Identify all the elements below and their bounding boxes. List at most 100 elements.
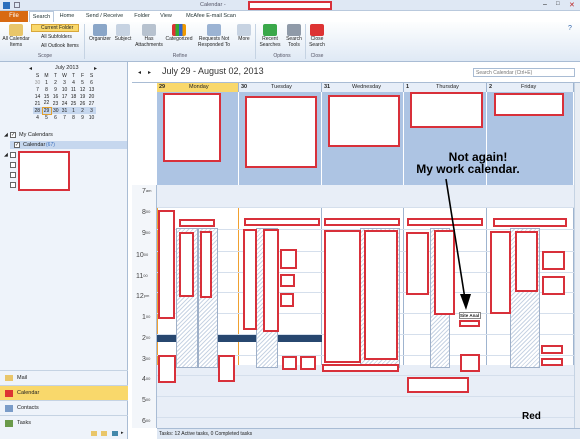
collapse-icon[interactable]: ◢ <box>4 132 8 138</box>
tab-send-receive[interactable]: Send / Receive <box>82 11 127 22</box>
redacted-event[interactable] <box>179 232 194 297</box>
redacted-event[interactable] <box>324 218 400 226</box>
redacted-event[interactable] <box>244 218 320 226</box>
checkbox[interactable] <box>10 152 16 158</box>
requests-not-responded-button[interactable]: Requests Not Responded To <box>195 24 233 48</box>
redacted-event[interactable] <box>300 356 316 370</box>
calendar-selected-row[interactable]: ✓ Calendar (67) <box>10 141 127 149</box>
shortcuts-icon[interactable] <box>112 431 118 436</box>
redacted-event[interactable] <box>263 229 279 332</box>
mini-day[interactable]: 11 <box>69 86 78 93</box>
subject-button[interactable]: Subject <box>113 24 133 43</box>
collapse-icon[interactable]: ◢ <box>4 152 8 158</box>
mini-day[interactable]: 10 <box>60 86 69 93</box>
mini-day[interactable]: 8 <box>42 86 51 93</box>
mini-day[interactable]: 23 <box>51 100 60 107</box>
mini-day[interactable]: 9 <box>78 114 87 121</box>
mini-day[interactable]: 28 <box>33 107 42 114</box>
next-month-icon[interactable]: ▸ <box>94 65 97 72</box>
day-header[interactable]: 2 Friday <box>487 83 574 92</box>
search-tools-button[interactable]: Search Tools <box>283 24 305 48</box>
mini-day[interactable]: 15 <box>42 93 51 100</box>
mini-day[interactable]: 17 <box>60 93 69 100</box>
mini-day[interactable]: 4 <box>33 114 42 121</box>
all-outlook-items-button[interactable]: All Outlook Items <box>33 43 79 49</box>
recent-searches-button[interactable]: Recent Searches <box>258 24 282 48</box>
mini-day[interactable]: 1 <box>69 107 78 114</box>
day-header[interactable]: 30 Tuesday <box>239 83 322 92</box>
notes-icon[interactable] <box>101 431 107 436</box>
mini-day[interactable]: 30 <box>33 79 42 86</box>
redacted-event[interactable] <box>410 92 483 128</box>
tab-home[interactable]: Home <box>57 11 77 22</box>
mini-day[interactable]: 25 <box>69 100 78 107</box>
configure-icon[interactable]: ▸ <box>121 430 124 436</box>
mini-day[interactable]: 4 <box>69 79 78 86</box>
all-calendar-items-button[interactable]: All Calendar Items <box>2 24 30 48</box>
checkbox[interactable] <box>10 172 16 178</box>
prev-month-icon[interactable]: ◂ <box>29 65 32 72</box>
redacted-event[interactable] <box>493 218 567 227</box>
mini-day[interactable]: 6 <box>87 79 96 86</box>
mini-day[interactable]: 20 <box>87 93 96 100</box>
redacted-event[interactable] <box>322 364 399 372</box>
has-attachments-button[interactable]: Has Attachments <box>134 24 164 48</box>
redacted-event[interactable] <box>163 93 221 162</box>
tab-file[interactable]: File <box>0 11 28 22</box>
mini-day[interactable]: 22 <box>42 100 51 107</box>
mini-day[interactable]: 5 <box>78 79 87 86</box>
mini-day[interactable]: 24 <box>60 100 69 107</box>
redacted-event[interactable] <box>282 356 297 370</box>
redacted-event[interactable] <box>158 210 175 319</box>
nav-mail[interactable]: Mail <box>0 370 128 385</box>
mini-day[interactable]: 13 <box>87 86 96 93</box>
redacted-event[interactable] <box>328 95 400 147</box>
checkbox[interactable] <box>10 182 16 188</box>
redacted-event[interactable] <box>158 355 176 383</box>
day-header[interactable]: 31 Wednesday <box>322 83 404 92</box>
mini-day[interactable]: 29 <box>41 106 52 115</box>
nav-contacts[interactable]: Contacts <box>0 400 128 415</box>
day-header[interactable]: 29 Monday <box>157 83 239 92</box>
tab-view[interactable]: View <box>157 11 175 22</box>
mini-day[interactable]: 19 <box>78 93 87 100</box>
close-search-button[interactable]: Close Search <box>307 24 327 48</box>
redacted-event[interactable] <box>179 219 215 227</box>
redacted-event[interactable] <box>364 230 398 360</box>
redacted-event[interactable] <box>280 293 294 307</box>
mini-day[interactable]: 8 <box>69 114 78 121</box>
redacted-event[interactable] <box>200 231 212 298</box>
redacted-event[interactable] <box>218 355 235 382</box>
organizer-button[interactable]: Organizer <box>88 24 112 43</box>
nav-calendar[interactable]: Calendar <box>0 385 128 400</box>
mini-day[interactable]: 2 <box>51 79 60 86</box>
redacted-event[interactable] <box>541 345 563 354</box>
redacted-event[interactable] <box>541 358 563 366</box>
maximize-icon[interactable]: □ <box>556 1 560 7</box>
busy-block[interactable] <box>239 334 322 342</box>
mini-day[interactable]: 14 <box>33 93 42 100</box>
mini-day[interactable]: 3 <box>60 79 69 86</box>
checkbox[interactable]: ✓ <box>14 142 20 148</box>
help-icon[interactable]: ? <box>568 25 572 32</box>
mini-day[interactable]: 30 <box>51 107 60 114</box>
mini-day[interactable]: 16 <box>51 93 60 100</box>
redacted-event[interactable] <box>490 231 511 314</box>
tab-mcafee[interactable]: McAfee E-mail Scan <box>181 11 241 22</box>
redacted-event[interactable] <box>407 377 469 393</box>
current-folder-button[interactable]: Current Folder <box>31 24 79 32</box>
redacted-event[interactable] <box>542 276 565 295</box>
minimize-icon[interactable]: – <box>543 1 547 8</box>
mini-day[interactable]: 26 <box>78 100 87 107</box>
tab-folder[interactable]: Folder <box>131 11 153 22</box>
redacted-event[interactable] <box>324 230 361 363</box>
categorized-button[interactable]: Categorized <box>163 24 195 43</box>
mini-day[interactable]: 12 <box>78 86 87 93</box>
mini-day[interactable]: 10 <box>87 114 96 121</box>
close-icon[interactable]: ✕ <box>569 1 575 9</box>
save-icon[interactable] <box>14 2 20 8</box>
nav-tasks[interactable]: Tasks <box>0 415 128 430</box>
redacted-event[interactable] <box>494 93 564 116</box>
redacted-event[interactable] <box>243 229 257 330</box>
mini-day[interactable]: 31 <box>60 107 69 114</box>
